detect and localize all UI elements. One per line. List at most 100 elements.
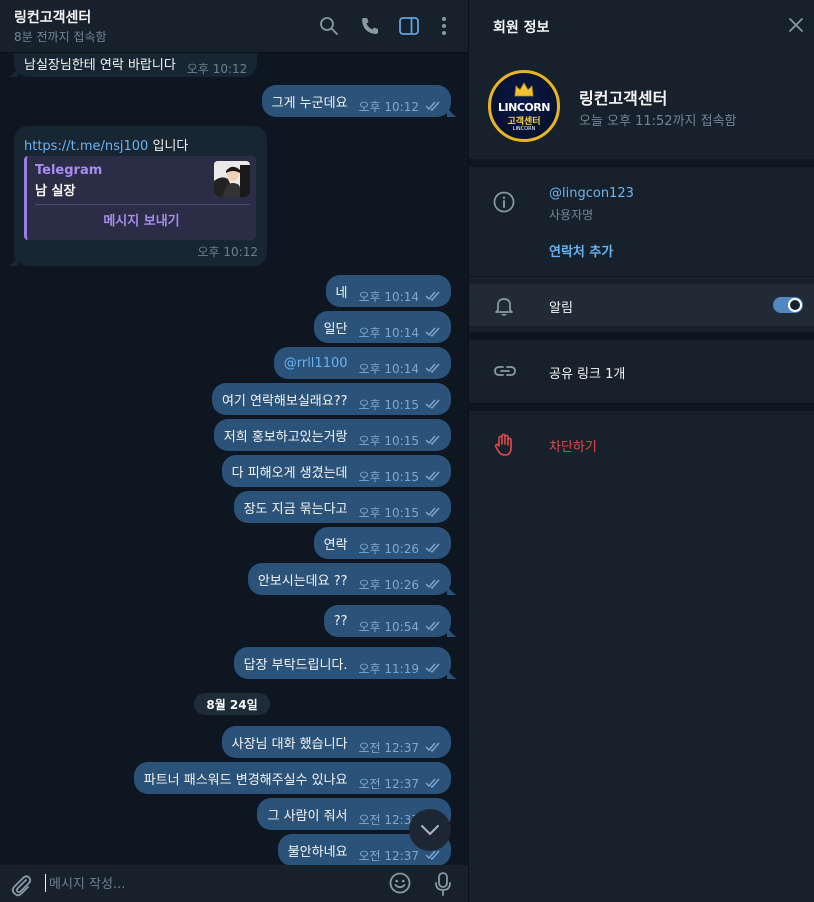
link-suffix: 입니다	[148, 139, 189, 154]
message-time: 오후 10:14	[358, 325, 419, 340]
bubble-tail	[447, 107, 457, 117]
bubble-tail	[8, 67, 18, 77]
message-meta: 오후 10:15	[359, 432, 441, 449]
message-outgoing[interactable]: 장도 지금 묶는다고 오후 10:15	[233, 491, 451, 523]
message-text: 그게 누군데요	[271, 95, 348, 111]
message-text: 불안하네요	[287, 844, 348, 860]
message-meta: 오후 10:26	[359, 540, 441, 557]
message-outgoing[interactable]: 여기 연락해보실래요?? 오후 10:15	[211, 383, 451, 415]
message-meta: 오후 10:14	[359, 324, 441, 341]
message-time: 오후 10:15	[358, 397, 419, 412]
double-check-icon	[425, 291, 440, 301]
message-outgoing[interactable]: 답장 부탁드립니다. 오후 11:19	[233, 647, 457, 679]
message-time: 오후 10:26	[358, 541, 419, 556]
preview-thumbnail	[214, 161, 250, 197]
toggle-sidebar-button[interactable]	[398, 15, 420, 37]
search-icon	[320, 17, 338, 35]
double-check-icon	[425, 621, 440, 631]
double-check-icon	[425, 327, 440, 337]
message-input[interactable]	[49, 873, 369, 895]
message-time: 오후 10:14	[358, 289, 419, 304]
link-preview[interactable]: Telegram 남 실장 메시지 보내기	[24, 156, 256, 240]
avatar-brand-text: LINCORN	[498, 101, 550, 114]
toggle-knob	[788, 298, 802, 312]
message-outgoing[interactable]: 안보시는데요 ?? 오후 10:26	[247, 563, 457, 595]
message-time: 오후 10:15	[358, 433, 419, 448]
send-message-button[interactable]: 메시지 보내기	[27, 210, 256, 229]
double-check-icon	[425, 101, 440, 111]
notifications-row[interactable]: 알림	[469, 284, 814, 326]
shared-links-row[interactable]: 공유 링크 1개	[549, 363, 625, 382]
message-meta: 오후 10:14	[359, 360, 441, 377]
message-list[interactable]: 남실장님한테 연락 바랍니다 오후 10:12 그게 누군데요 오후 10:12…	[0, 53, 468, 865]
notifications-label: 알림	[549, 301, 573, 316]
message-outgoing[interactable]: 저희 홍보하고있는거랑 오후 10:15	[213, 419, 451, 451]
message-composer	[0, 865, 468, 902]
message-outgoing[interactable]: 네 오후 10:14	[325, 275, 451, 307]
link-message[interactable]: https://t.me/nsj100 입니다 Telegram 남 실장 메시…	[8, 126, 267, 266]
avatar[interactable]: LINCORN 고객센터 LINCORN	[488, 70, 560, 142]
message-meta: 오후 10:15	[359, 504, 441, 521]
message-text: 안보시는데요 ??	[257, 573, 348, 589]
profile-last-seen: 오늘 오후 11:52까지 접속함	[579, 114, 737, 129]
double-check-icon	[425, 663, 440, 673]
message-outgoing[interactable]: ?? 오후 10:54	[323, 605, 457, 637]
message-meta: 오후 10:14	[359, 288, 441, 305]
mic-icon	[435, 872, 451, 896]
message-outgoing[interactable]: 일단 오후 10:14	[313, 311, 451, 343]
message-text: 그 사람이 줘서	[267, 808, 348, 824]
emoji-button[interactable]	[389, 872, 411, 898]
close-button[interactable]	[788, 17, 804, 37]
search-button[interactable]	[318, 15, 340, 37]
username-label: 사용자명	[549, 208, 594, 222]
chevron-down-icon	[421, 825, 439, 836]
message-text: @rrll1100	[283, 355, 348, 371]
double-check-icon	[425, 435, 440, 445]
message-outgoing[interactable]: 사장님 대화 했습니다 오전 12:37	[221, 726, 451, 758]
message-meta: 오후 10:15	[359, 468, 441, 485]
emoji-icon	[389, 872, 411, 894]
block-user-button[interactable]: 차단하기	[549, 436, 597, 455]
sidebar-icon	[399, 17, 419, 35]
message-outgoing[interactable]: 그게 누군데요 오후 10:12	[261, 85, 457, 117]
info-icon	[493, 191, 515, 213]
message-meta: 오후 10:15	[359, 396, 441, 413]
profile-name: 링컨고객센터	[579, 89, 668, 108]
chat-title[interactable]: 링컨고객센터	[14, 7, 91, 27]
username-link[interactable]: @lingcon123	[549, 186, 634, 201]
notifications-toggle[interactable]	[773, 297, 803, 313]
message-meta: 오후 10:26	[359, 576, 441, 593]
message-outgoing[interactable]: 다 피해오게 생겼는데 오후 10:15	[221, 455, 451, 487]
call-button[interactable]	[359, 15, 381, 37]
message-time: 오후 10:12	[197, 245, 258, 259]
message-time: 오후 10:15	[358, 505, 419, 520]
message-text: 파트너 패스워드 변경해주실수 있나요	[143, 772, 348, 788]
voice-button[interactable]	[434, 872, 452, 900]
message-text: 연락	[323, 537, 348, 553]
message-time: 오후 10:14	[358, 361, 419, 376]
more-button[interactable]	[433, 15, 455, 37]
message-meta: 오후 10:54	[359, 618, 441, 635]
attach-button[interactable]	[10, 873, 32, 901]
message-time: 오후 11:19	[358, 661, 419, 676]
bell-icon	[495, 298, 513, 316]
message-outgoing[interactable]: 연락 오후 10:26	[313, 527, 451, 559]
message-outgoing[interactable]: @rrll1100 오후 10:14	[273, 347, 451, 379]
message-meta: 오전 12:37	[359, 775, 441, 792]
message-time: 오후 10:26	[358, 577, 419, 592]
bubble-tail	[447, 627, 457, 637]
preview-divider	[35, 204, 250, 205]
message-meta: 오후 11:19	[359, 660, 441, 677]
chat-header[interactable]: 링컨고객센터 8분 전까지 접속함	[0, 0, 468, 53]
double-check-icon	[425, 363, 440, 373]
preview-title: 남 실장	[35, 184, 76, 199]
message-text: 여기 연락해보실래요??	[221, 393, 348, 409]
message-outgoing[interactable]: 파트너 패스워드 변경해주실수 있나요 오전 12:37	[133, 762, 451, 794]
add-contact-button[interactable]: 연락처 추가	[549, 241, 613, 260]
preview-site-name: Telegram	[35, 163, 103, 178]
link-url[interactable]: https://t.me/nsj100	[24, 139, 148, 154]
message-text: 저희 홍보하고있는거랑	[223, 429, 348, 445]
message-text: 사장님 대화 했습니다	[231, 736, 348, 752]
scroll-to-bottom-button[interactable]	[409, 809, 451, 851]
message-incoming[interactable]: 남실장님한테 연락 바랍니다 오후 10:12	[8, 53, 258, 77]
